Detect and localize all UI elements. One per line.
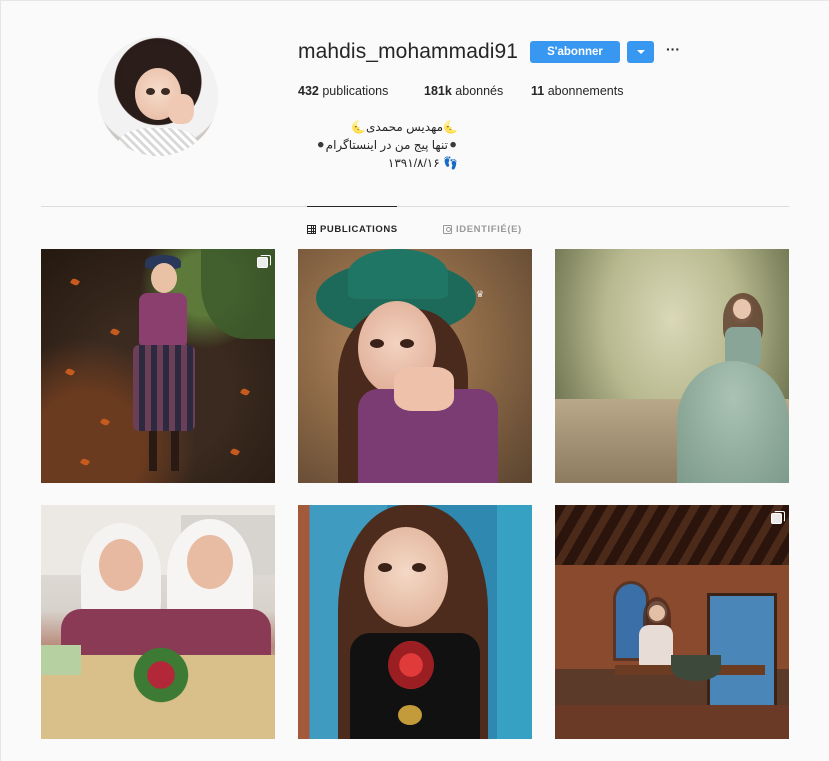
leaf-decoration (80, 457, 90, 467)
face-shape (364, 527, 448, 627)
followers-count: 181k (424, 84, 452, 98)
following-count: 11 (531, 84, 545, 98)
bio-text: تنها پیج من در اینستاگرام (325, 138, 448, 152)
eye-shape (378, 563, 392, 572)
leaf-decoration (230, 447, 240, 457)
leg-shape (149, 431, 157, 471)
post-thumbnail[interactable] (555, 505, 789, 739)
username: mahdis_mohammadi91 (298, 40, 519, 63)
avatar[interactable] (98, 36, 218, 156)
face-shape (151, 263, 177, 293)
hands-shape (394, 367, 454, 411)
face-shape (99, 539, 143, 591)
leaf-decoration (240, 387, 250, 397)
dress-top-shape (139, 293, 187, 349)
black-circle-emoji-icon: ⚫ (315, 138, 326, 152)
bio: 🌜مهدیس محمدی🌜 ⚫تنها پیج من در اینستاگرام… (298, 118, 458, 172)
roof-beams-shape (555, 505, 789, 565)
posts-count: 432 (298, 84, 319, 98)
leaf-decoration (100, 417, 110, 427)
post-thumbnail[interactable] (298, 505, 532, 739)
follow-button[interactable]: S'abonner (530, 41, 620, 63)
suggestions-dropdown-button[interactable] (627, 41, 654, 63)
plaid-skirt-shape (133, 345, 195, 431)
footprints-emoji-icon: 👣 (443, 156, 458, 170)
bio-line-2: ⚫تنها پیج من در اینستاگرام⚫ (298, 136, 458, 154)
carousel-icon (771, 511, 785, 524)
tab-tagged-label: IDENTIFIÉ(E) (456, 223, 522, 235)
leg-shape (171, 431, 179, 471)
moon-emoji-icon: 🌜 (443, 120, 458, 134)
moon-emoji-icon: 🌜 (351, 120, 366, 134)
followers-label: abonnés (455, 84, 504, 98)
watermark-logo: ♛ (476, 289, 485, 299)
sequin-leaf-shape (398, 705, 422, 725)
following-label: abonnements (547, 84, 624, 98)
more-options-icon[interactable]: ··· (664, 42, 682, 59)
basket-shape (671, 655, 721, 681)
bio-name: مهدیس محمدی (366, 120, 444, 134)
grid-icon (307, 224, 316, 234)
face-shape (649, 605, 665, 621)
avatar-collar (118, 128, 198, 156)
tab-publications[interactable]: PUBLICATIONS (307, 223, 398, 235)
gown-shape (677, 361, 789, 483)
green-hat-crown-shape (348, 249, 448, 299)
sequin-rose-shape (388, 641, 434, 689)
black-circle-emoji-icon: ⚫ (447, 138, 458, 152)
tag-icon (443, 224, 452, 234)
posts-label: publications (322, 84, 389, 98)
post-thumbnail[interactable] (555, 249, 789, 483)
carousel-icon (257, 255, 271, 268)
leaf-decoration (70, 277, 80, 287)
post-thumbnail[interactable] (41, 249, 275, 483)
bio-date: ۱۳۹۱/۸/۱۶ (387, 156, 440, 170)
bio-line-3: 👣 ۱۳۹۱/۸/۱۶ (298, 154, 458, 172)
tabs-divider (41, 206, 789, 207)
stat-followers[interactable]: 181k abonnés (424, 84, 503, 98)
avatar-eye (146, 88, 155, 95)
stat-following[interactable]: 11 abonnements (531, 84, 623, 98)
post-thumbnail[interactable]: ♛ (298, 249, 532, 483)
blue-door-shape (707, 593, 777, 713)
stat-posts: 432 publications (298, 84, 388, 98)
avatar-eye (161, 88, 170, 95)
eye-shape (412, 563, 426, 572)
avatar-hand (168, 94, 194, 124)
tab-tagged[interactable]: IDENTIFIÉ(E) (443, 223, 522, 235)
flower-bouquet-shape (101, 645, 221, 705)
face-shape (733, 299, 751, 319)
eye-shape (400, 339, 414, 348)
leaf-decoration (65, 367, 75, 377)
book-shape (41, 645, 81, 675)
bio-name-line: 🌜مهدیس محمدی🌜 (298, 118, 458, 136)
leaf-decoration (110, 327, 120, 337)
tab-publications-label: PUBLICATIONS (320, 223, 398, 235)
active-tab-indicator (307, 206, 397, 207)
eye-shape (370, 339, 384, 348)
face-shape (187, 535, 233, 589)
floor-shape (555, 705, 789, 739)
post-thumbnail[interactable] (41, 505, 275, 739)
